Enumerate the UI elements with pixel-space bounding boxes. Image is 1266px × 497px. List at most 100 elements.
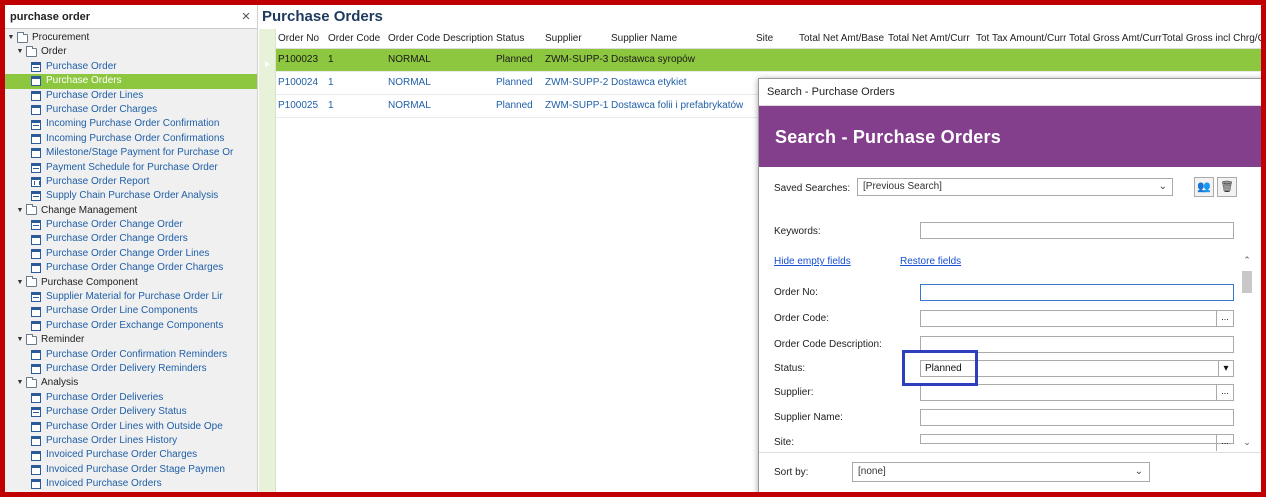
table-cell-status: Planned <box>496 54 533 65</box>
keywords-input[interactable] <box>920 222 1234 239</box>
tree-item[interactable]: Purchase Order Change Order Charges <box>5 261 257 275</box>
tree-label: Reminder <box>41 334 85 346</box>
tree-label: Procurement <box>32 32 90 43</box>
column-header[interactable]: Order Code Description <box>388 33 493 44</box>
column-header[interactable]: Order No <box>278 33 319 44</box>
field-label: Site: <box>774 437 795 448</box>
table-cell-status: Planned <box>496 77 533 88</box>
column-header[interactable]: Total Gross Amt/Curr <box>1069 33 1162 44</box>
tree-item[interactable]: Supply Chain Purchase Order Analysis <box>5 189 257 203</box>
doc-icon <box>31 479 41 490</box>
table-cell-order-code: 1 <box>328 54 334 65</box>
tree-item[interactable]: Supplier Material for Purchase Order Lir <box>5 290 257 304</box>
field-input-order-code[interactable] <box>920 310 1234 327</box>
scroll-thumb[interactable] <box>1242 271 1252 293</box>
tree-folder[interactable]: ▼ Purchase Component <box>5 276 257 290</box>
tree-item[interactable]: Milestone/Stage Payment for Purchase Or <box>5 146 257 160</box>
page-title: Purchase Orders <box>262 8 383 25</box>
tree-folder[interactable]: ▼ Order <box>5 45 257 59</box>
tree-item[interactable]: Purchase Order Delivery Status <box>5 405 257 419</box>
column-header[interactable]: Order Code <box>328 33 380 44</box>
tree-item[interactable]: Incoming Purchase Order Confirmation <box>5 117 257 131</box>
keywords-label: Keywords: <box>774 226 821 237</box>
tree-item[interactable]: Purchase Order Lines with Outside Ope <box>5 420 257 434</box>
field-input-supplier[interactable] <box>920 384 1234 401</box>
column-header[interactable]: Site <box>756 33 773 44</box>
caret-down-icon[interactable]: ▼ <box>7 31 15 45</box>
tree-item[interactable]: Purchase Orders <box>5 74 257 89</box>
scroll-up-icon[interactable]: ⌃ <box>1240 255 1254 267</box>
field-input-order-no[interactable] <box>920 284 1234 301</box>
tree-item[interactable]: Purchase Order Change Orders <box>5 232 257 246</box>
row-selector-column <box>259 29 276 492</box>
tree-folder[interactable]: ▼ Procurement <box>5 31 257 45</box>
column-header[interactable]: Total Gross incl Chrg/Cur <box>1162 33 1261 44</box>
field-input-site[interactable] <box>920 434 1234 451</box>
tree-label: Change Management <box>41 204 138 216</box>
field-label: Order Code Description: <box>774 339 882 350</box>
tree-item[interactable]: Purchase Order Charges <box>5 103 257 117</box>
tree-item[interactable]: Purchase Order Change Order Lines <box>5 247 257 261</box>
table-cell-desc: NORMAL <box>388 77 431 88</box>
column-header[interactable]: Status <box>496 33 524 44</box>
navigator-search-input[interactable]: purchase order <box>10 11 235 23</box>
tree-item[interactable]: Invoiced Purchase Order Charges <box>5 448 257 462</box>
column-header[interactable]: Supplier Name <box>611 33 677 44</box>
tree-item[interactable]: Purchase Order Lines <box>5 89 257 103</box>
saved-searches-select[interactable]: [Previous Search] ⌄ <box>857 178 1173 196</box>
tree-item[interactable]: Purchase Order Report <box>5 175 257 189</box>
caret-down-icon[interactable]: ▼ <box>16 204 24 218</box>
folder-icon <box>26 46 37 58</box>
scroll-down-icon[interactable]: ⌄ <box>1240 437 1254 449</box>
hide-empty-fields-link[interactable]: Hide empty fields <box>774 256 851 267</box>
table-cell-order-no: P100025 <box>278 100 319 111</box>
save-search-button[interactable]: 👥 <box>1194 177 1214 197</box>
tree-item[interactable]: Invoiced Purchase Order Stage Paymen <box>5 463 257 477</box>
column-header[interactable]: Tot Tax Amount/Curr <box>976 33 1066 44</box>
dialog-scrollbar[interactable]: ⌃ ⌄ <box>1240 255 1254 449</box>
dialog-title: Search - Purchase Orders <box>759 79 1261 106</box>
doc-icon <box>31 306 41 317</box>
caret-down-icon[interactable]: ▼ <box>16 376 24 390</box>
tree-folder[interactable]: ▼ Analysis <box>5 376 257 390</box>
tree-label: Invoiced Purchase Order Stage Paymen <box>46 463 225 475</box>
close-icon[interactable]: × <box>235 8 257 25</box>
doc-icon <box>31 464 41 475</box>
table-cell-order-no: P100024 <box>278 77 319 88</box>
table-cell-status: Planned <box>496 100 533 111</box>
field-input-supplier-name[interactable] <box>920 409 1234 426</box>
caret-down-icon[interactable]: ▼ <box>16 333 24 347</box>
sort-by-select[interactable]: [none] ⌄ <box>852 462 1150 482</box>
column-header[interactable]: Total Net Amt/Curr <box>888 33 970 44</box>
field-label: Supplier: <box>774 387 814 398</box>
column-header[interactable]: Supplier <box>545 33 582 44</box>
dialog-banner-title: Search - Purchase Orders <box>775 127 1001 147</box>
tree-item[interactable]: Purchase Order Line Components <box>5 304 257 318</box>
tree-item[interactable]: Purchase Order Delivery Reminders <box>5 362 257 376</box>
caret-down-icon[interactable]: ▼ <box>16 276 24 290</box>
tree-item[interactable]: Purchase Order Lines History <box>5 434 257 448</box>
tree-item[interactable]: Purchase Order Exchange Components <box>5 319 257 333</box>
navigator-panel: purchase order × ▼ Procurement ▼ Order Purch… <box>5 5 258 492</box>
caret-down-icon[interactable]: ▼ <box>16 45 24 59</box>
restore-fields-link[interactable]: Restore fields <box>900 256 961 267</box>
tree-label: Purchase Order Exchange Components <box>46 319 224 331</box>
tree-item[interactable]: Purchase Order Confirmation Reminders <box>5 348 257 362</box>
tree-folder[interactable]: ▼ Reminder <box>5 333 257 347</box>
column-header[interactable]: Total Net Amt/Base <box>799 33 884 44</box>
table-row[interactable]: P100023 1 NORMAL Planned ZWM-SUPP-3 Dostawca … <box>276 49 1261 72</box>
tree-item[interactable]: Purchase Order Change Order <box>5 218 257 232</box>
tree-item[interactable]: Purchase Order Deliveries <box>5 391 257 405</box>
tree-item[interactable]: Payment Schedule for Purchase Order <box>5 161 257 175</box>
tree-item[interactable]: Incoming Purchase Order Confirmations <box>5 132 257 146</box>
tree-label: Purchase Order <box>46 60 117 72</box>
tree-label: Purchase Orders <box>46 75 122 87</box>
table-cell-desc: NORMAL <box>388 100 431 111</box>
tree-folder[interactable]: ▼ Change Management <box>5 204 257 218</box>
tree-item[interactable]: Invoiced Purchase Orders <box>5 477 257 491</box>
tree-item[interactable]: Purchase Order <box>5 60 257 74</box>
doc-icon <box>31 421 41 432</box>
tree-label: Incoming Purchase Order Confirmations <box>46 132 225 144</box>
delete-search-button[interactable]: 🗑 <box>1217 177 1237 197</box>
navigator-search[interactable]: purchase order × <box>5 5 257 29</box>
